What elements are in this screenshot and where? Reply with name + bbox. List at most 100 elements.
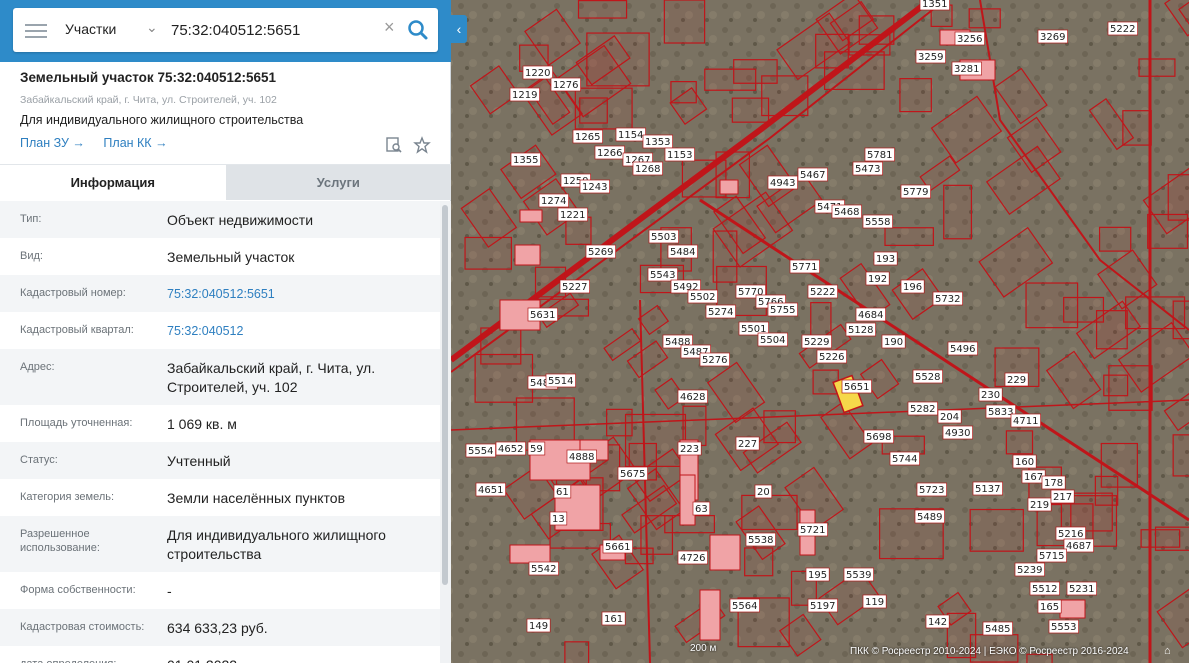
object-purpose: Для индивидуального жилищного строительс… xyxy=(20,113,304,127)
parcel-label-text: 160 xyxy=(1015,457,1034,468)
parcel-label: 160 xyxy=(1012,454,1037,469)
parcel-label-text: 5542 xyxy=(531,564,556,575)
star-icon[interactable] xyxy=(413,136,431,154)
parcel-label-text: 5467 xyxy=(800,170,825,181)
info-key: Кадастровый номер: xyxy=(20,287,126,299)
parcel-label-text: 5229 xyxy=(804,337,829,348)
parcel-label-text: 1221 xyxy=(560,210,585,221)
info-row: Кадастровая стоимость: 634 633,23 руб. xyxy=(0,609,440,646)
search-type-select[interactable]: Участки xyxy=(65,21,116,37)
parcel-label-text: 5554 xyxy=(468,446,493,457)
parcel-label: 196 xyxy=(900,279,925,294)
info-value[interactable]: 75:32:040512 xyxy=(167,322,420,341)
parcel-label: 227 xyxy=(735,436,760,451)
menu-icon[interactable] xyxy=(25,20,47,40)
parcel-label-text: 1265 xyxy=(575,132,600,143)
parcel-label-text: 5226 xyxy=(819,352,844,363)
search-document-icon[interactable] xyxy=(385,136,403,154)
info-value: Для индивидуального жилищного строительс… xyxy=(167,527,386,562)
scroll-thumb[interactable] xyxy=(442,205,448,585)
parcel-label-text: 3259 xyxy=(918,52,943,63)
parcel-label: 5216 xyxy=(1055,526,1086,541)
parcel-label: 5771 xyxy=(789,259,820,274)
info-row: Разрешенное использование: Для индивидуал… xyxy=(0,516,440,572)
parcel-label: 5779 xyxy=(900,184,931,199)
parcel-label-text: 1355 xyxy=(513,155,538,166)
parcel-label: 1274 xyxy=(538,193,569,208)
parcel-label: 5231 xyxy=(1066,581,1097,596)
parcel-label-text: 13 xyxy=(552,514,565,525)
parcel-label: 5468 xyxy=(831,204,862,219)
info-row: Категория земель: Земли населённых пункто… xyxy=(0,479,440,516)
parcel-label-text: 5781 xyxy=(867,150,892,161)
parcel xyxy=(564,641,590,663)
parcel-label: 149 xyxy=(526,618,551,633)
parcel-label-text: 59 xyxy=(530,444,543,455)
building xyxy=(709,534,741,571)
parcel xyxy=(1154,526,1189,551)
collapse-panel-icon[interactable]: ‹ xyxy=(451,15,467,43)
search-input[interactable] xyxy=(171,19,371,41)
parcel-label: 142 xyxy=(925,614,950,629)
parcel-label-text: 5558 xyxy=(865,217,890,228)
parcel-label: 193 xyxy=(873,251,898,266)
parcel-label-text: 3281 xyxy=(954,64,979,75)
info-row: Кадастровый квартал: 75:32:040512 xyxy=(0,312,440,349)
parcel-label: 5715 xyxy=(1036,548,1067,563)
parcel-label-text: 63 xyxy=(695,504,708,515)
info-value[interactable]: 75:32:040512:5651 xyxy=(167,285,420,304)
info-row: Площадь уточненная: 1 069 кв. м xyxy=(0,405,440,442)
tab-information[interactable]: Информация xyxy=(0,165,226,200)
parcel-label: 4930 xyxy=(942,425,973,440)
parcel-label: 5564 xyxy=(729,598,760,613)
parcel-label-text: 4687 xyxy=(1066,541,1091,552)
parcel-label: 5269 xyxy=(585,244,616,259)
parcel-label-text: 4726 xyxy=(680,553,705,564)
scrollbar[interactable] xyxy=(440,201,451,663)
parcel-label-text: 4684 xyxy=(858,310,883,321)
parcel-label-text: 149 xyxy=(529,621,548,632)
info-key: Адрес: xyxy=(20,361,55,373)
info-row: Статус: Учтенный xyxy=(0,442,440,479)
parcel-label: 4684 xyxy=(855,307,886,322)
parcel-label-text: 5216 xyxy=(1058,529,1083,540)
parcel-label-text: 1220 xyxy=(525,68,550,79)
parcel-label: 5484 xyxy=(667,244,698,259)
parcel-label-text: 5744 xyxy=(892,454,917,465)
parcel-label: 1268 xyxy=(632,161,663,176)
parcel-label-text: 5503 xyxy=(651,232,676,243)
parcel-label-text: 192 xyxy=(868,274,887,285)
parcel-label-text: 20 xyxy=(757,487,770,498)
chevron-down-icon[interactable]: ⌄ xyxy=(146,19,158,36)
tab-services[interactable]: Услуги xyxy=(225,165,451,200)
parcel xyxy=(606,408,633,437)
parcel-label: 119 xyxy=(862,594,887,609)
parcel-label-text: 1353 xyxy=(645,137,670,148)
parcel-label: 5496 xyxy=(947,341,978,356)
info-panel: Участки ⌄ × ‹ Земельный участок 75:32:04… xyxy=(0,0,467,663)
parcel-label-text: 5721 xyxy=(800,525,825,536)
parcel xyxy=(899,78,932,113)
home-icon[interactable]: ⌂ xyxy=(1164,645,1171,657)
plan-kk-link[interactable]: План КК → xyxy=(103,136,167,150)
parcel-label: 5538 xyxy=(745,532,776,547)
parcel-label-text: 5732 xyxy=(935,294,960,305)
parcel-label: 5274 xyxy=(705,304,736,319)
parcel-label: 5542 xyxy=(528,561,559,576)
parcel-label: 1221 xyxy=(557,207,588,222)
parcel-label: 223 xyxy=(677,441,702,456)
parcel-label: 5631 xyxy=(527,307,558,322)
parcel-label-text: 190 xyxy=(884,337,903,348)
clear-icon[interactable]: × xyxy=(384,17,395,38)
info-key: Вид: xyxy=(20,250,43,262)
parcel-label: 5514 xyxy=(545,373,576,388)
parcel-label: 5227 xyxy=(559,279,590,294)
parcel-label-text: 167 xyxy=(1024,472,1043,483)
building xyxy=(519,209,543,223)
parcel-label: 178 xyxy=(1041,475,1066,490)
search-icon[interactable] xyxy=(405,17,431,43)
plan-zu-link[interactable]: План ЗУ → xyxy=(20,136,85,150)
parcel-label-text: 5715 xyxy=(1039,551,1064,562)
parcel-label-text: 5137 xyxy=(975,484,1000,495)
parcel-label-text: 5484 xyxy=(670,247,695,258)
